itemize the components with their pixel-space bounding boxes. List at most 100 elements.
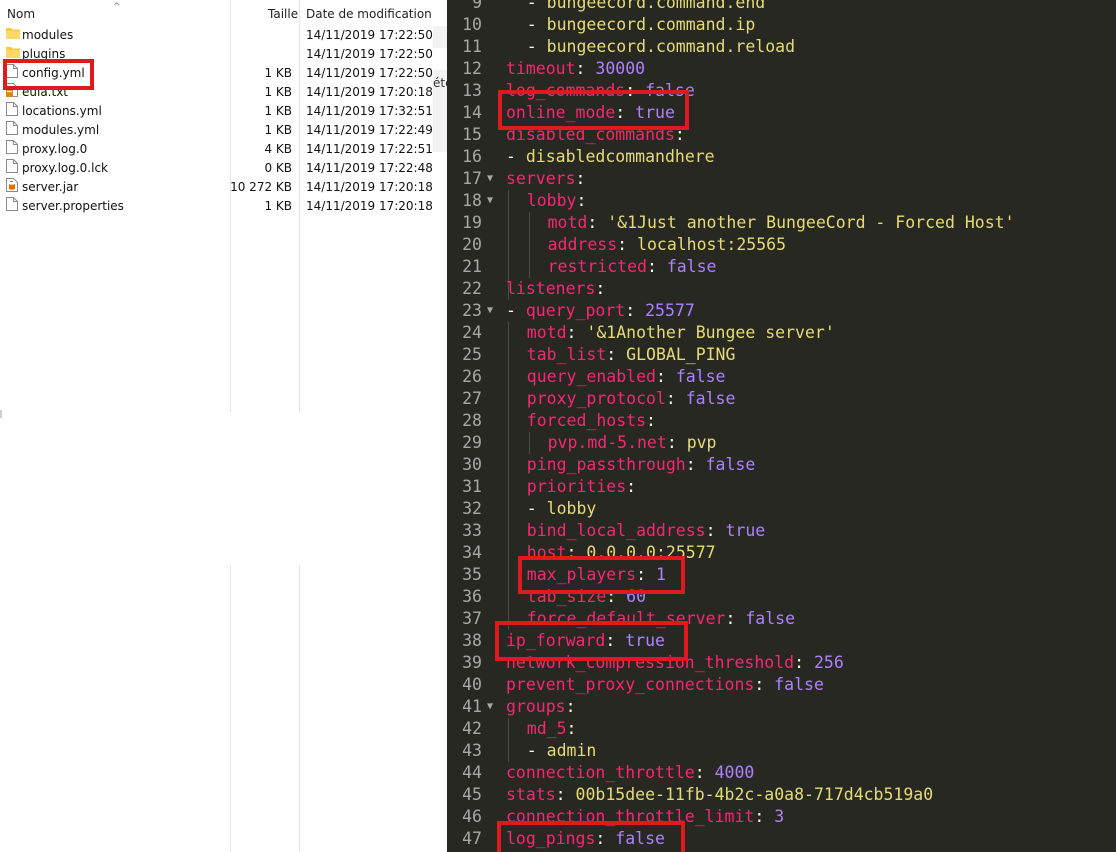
code-line[interactable]: 40 prevent_proxy_connections: false: [447, 674, 1116, 696]
code-line[interactable]: 32 - lobby: [447, 498, 1116, 520]
code-token: groups: [506, 697, 566, 716]
code-text: - disabledcommandhere: [506, 146, 715, 168]
code-line[interactable]: 30 ping_passthrough: false: [447, 454, 1116, 476]
column-divider: [230, 565, 231, 852]
fold-arrow-icon[interactable]: ▼: [483, 168, 497, 190]
code-token: restricted: [547, 257, 647, 276]
folder-icon-shape: [6, 28, 20, 39]
code-text: motd: '&1Another Bungee server': [527, 322, 835, 344]
code-line[interactable]: 16 - disabledcommandhere: [447, 146, 1116, 168]
file-name: locations.yml: [22, 104, 102, 118]
line-number: 26: [462, 367, 482, 386]
file-icon-shape: [6, 197, 18, 211]
file-row[interactable]: proxy.log.0 4 KB 14/11/2019 17:22:51: [0, 140, 447, 159]
code-token: -: [526, 37, 547, 56]
code-line[interactable]: 10 - bungeecord.command.ip: [447, 14, 1116, 36]
code-token: timeout: [506, 59, 576, 78]
line-number: 43: [462, 741, 482, 760]
code-line[interactable]: 31 priorities:: [447, 476, 1116, 498]
code-token: :: [575, 169, 586, 188]
code-token: :: [576, 191, 587, 210]
code-token: false: [685, 389, 736, 408]
file-row[interactable]: server.properties 1 KB 14/11/2019 17:20:18: [0, 197, 447, 216]
code-text: bind_local_address: true: [527, 520, 765, 542]
code-line[interactable]: 9 - bungeecord.command.end: [447, 0, 1116, 14]
code-token: 256: [813, 653, 844, 672]
code-token: 00b15dee-11fb-4b2c-a0a8-717d4cb519a0: [575, 785, 934, 804]
code-text: md_5:: [527, 718, 577, 740]
code-token: :: [666, 433, 687, 452]
code-line[interactable]: 45 stats: 00b15dee-11fb-4b2c-a0a8-717d4cb…: [447, 784, 1116, 806]
line-number: 22: [462, 279, 482, 298]
highlight-box-online-mode: [498, 90, 689, 130]
file-date: 14/11/2019 17:22:51: [306, 142, 433, 156]
code-line[interactable]: 41 ▼ groups:: [447, 696, 1116, 718]
file-row[interactable]: server.jar 10 272 KB 14/11/2019 17:20:18: [0, 178, 447, 197]
code-token: prevent_proxy_connections: [506, 675, 755, 694]
line-number: 9: [472, 0, 482, 12]
code-line[interactable]: 11 - bungeecord.command.reload: [447, 36, 1116, 58]
code-token: bungeecord.command.end: [546, 0, 766, 12]
file-row[interactable]: locations.yml 1 KB 14/11/2019 17:32:51: [0, 102, 447, 121]
code-line[interactable]: 26 query_enabled: false: [447, 366, 1116, 388]
code-text: groups:: [506, 696, 576, 718]
code-line[interactable]: 27 proxy_protocol: false: [447, 388, 1116, 410]
line-number: 27: [462, 389, 482, 408]
code-line[interactable]: 25 tab_list: GLOBAL_PING: [447, 344, 1116, 366]
code-line[interactable]: 12 timeout: 30000: [447, 58, 1116, 80]
code-token: :: [565, 697, 576, 716]
code-token: :: [754, 807, 775, 826]
code-line[interactable]: 19 motd: '&1Just another BungeeCord - For…: [447, 212, 1116, 234]
fold-arrow-icon[interactable]: ▼: [483, 190, 497, 212]
line-number: 15: [462, 125, 482, 144]
column-header-size[interactable]: Taille: [268, 0, 298, 28]
column-header-name[interactable]: Nom: [7, 0, 35, 28]
code-token: 3: [774, 807, 785, 826]
code-token: localhost:25565: [637, 235, 787, 254]
code-line[interactable]: 17 ▼ servers:: [447, 168, 1116, 190]
line-number: 34: [462, 543, 482, 562]
code-token: 30000: [595, 59, 646, 78]
file-date: 14/11/2019 17:20:18: [306, 180, 433, 194]
code-editor[interactable]: 9 - bungeecord.command.end 10 - bungeecord.…: [447, 0, 1116, 852]
code-token: listeners: [506, 279, 596, 298]
line-number: 12: [462, 59, 482, 78]
code-token: motd: [526, 323, 567, 342]
code-token: true: [725, 521, 766, 540]
code-token: pvp.md-5.net: [547, 433, 667, 452]
line-number: 23: [462, 301, 482, 320]
code-line[interactable]: 24 motd: '&1Another Bungee server': [447, 322, 1116, 344]
code-line[interactable]: 42 md_5:: [447, 718, 1116, 740]
code-line[interactable]: 43 - admin: [447, 740, 1116, 762]
code-line[interactable]: 33 bind_local_address: true: [447, 520, 1116, 542]
file-row[interactable]: modules 14/11/2019 17:22:50: [0, 26, 447, 45]
folder-icon: [6, 26, 20, 40]
file-date: 14/11/2019 17:22:50: [306, 28, 433, 42]
line-number: 10: [462, 15, 482, 34]
code-text: listeners:: [506, 278, 605, 300]
file-row[interactable]: modules.yml 1 KB 14/11/2019 17:22:49: [0, 121, 447, 140]
code-line[interactable]: 28 forced_hosts:: [447, 410, 1116, 432]
code-text: forced_hosts:: [527, 410, 656, 432]
code-line[interactable]: 20 address: localhost:25565: [447, 234, 1116, 256]
file-name: modules.yml: [22, 123, 100, 137]
file-icon-shape: [6, 121, 18, 135]
line-number: 47: [462, 829, 482, 848]
code-line[interactable]: 23 ▼ - query_port: 25577: [447, 300, 1116, 322]
code-text: lobby:: [527, 190, 587, 212]
highlight-box-max-players: [518, 556, 685, 594]
file-row[interactable]: proxy.log.0.lck 0 KB 14/11/2019 17:22:48: [0, 159, 447, 178]
column-header-date[interactable]: Date de modification: [306, 0, 432, 28]
code-line[interactable]: 22 listeners:: [447, 278, 1116, 300]
fold-arrow-icon[interactable]: ▼: [483, 696, 497, 718]
code-line[interactable]: 44 connection_throttle: 4000: [447, 762, 1116, 784]
code-token: motd: [547, 213, 588, 232]
code-line[interactable]: 18 ▼ lobby:: [447, 190, 1116, 212]
line-number: 25: [462, 345, 482, 364]
code-token: disabledcommandhere: [525, 147, 715, 166]
fold-arrow-icon[interactable]: ▼: [483, 300, 497, 322]
code-line[interactable]: 21 restricted: false: [447, 256, 1116, 278]
file-size: 0 KB: [264, 161, 292, 175]
code-token: :: [655, 367, 676, 386]
code-line[interactable]: 29 pvp.md-5.net: pvp: [447, 432, 1116, 454]
